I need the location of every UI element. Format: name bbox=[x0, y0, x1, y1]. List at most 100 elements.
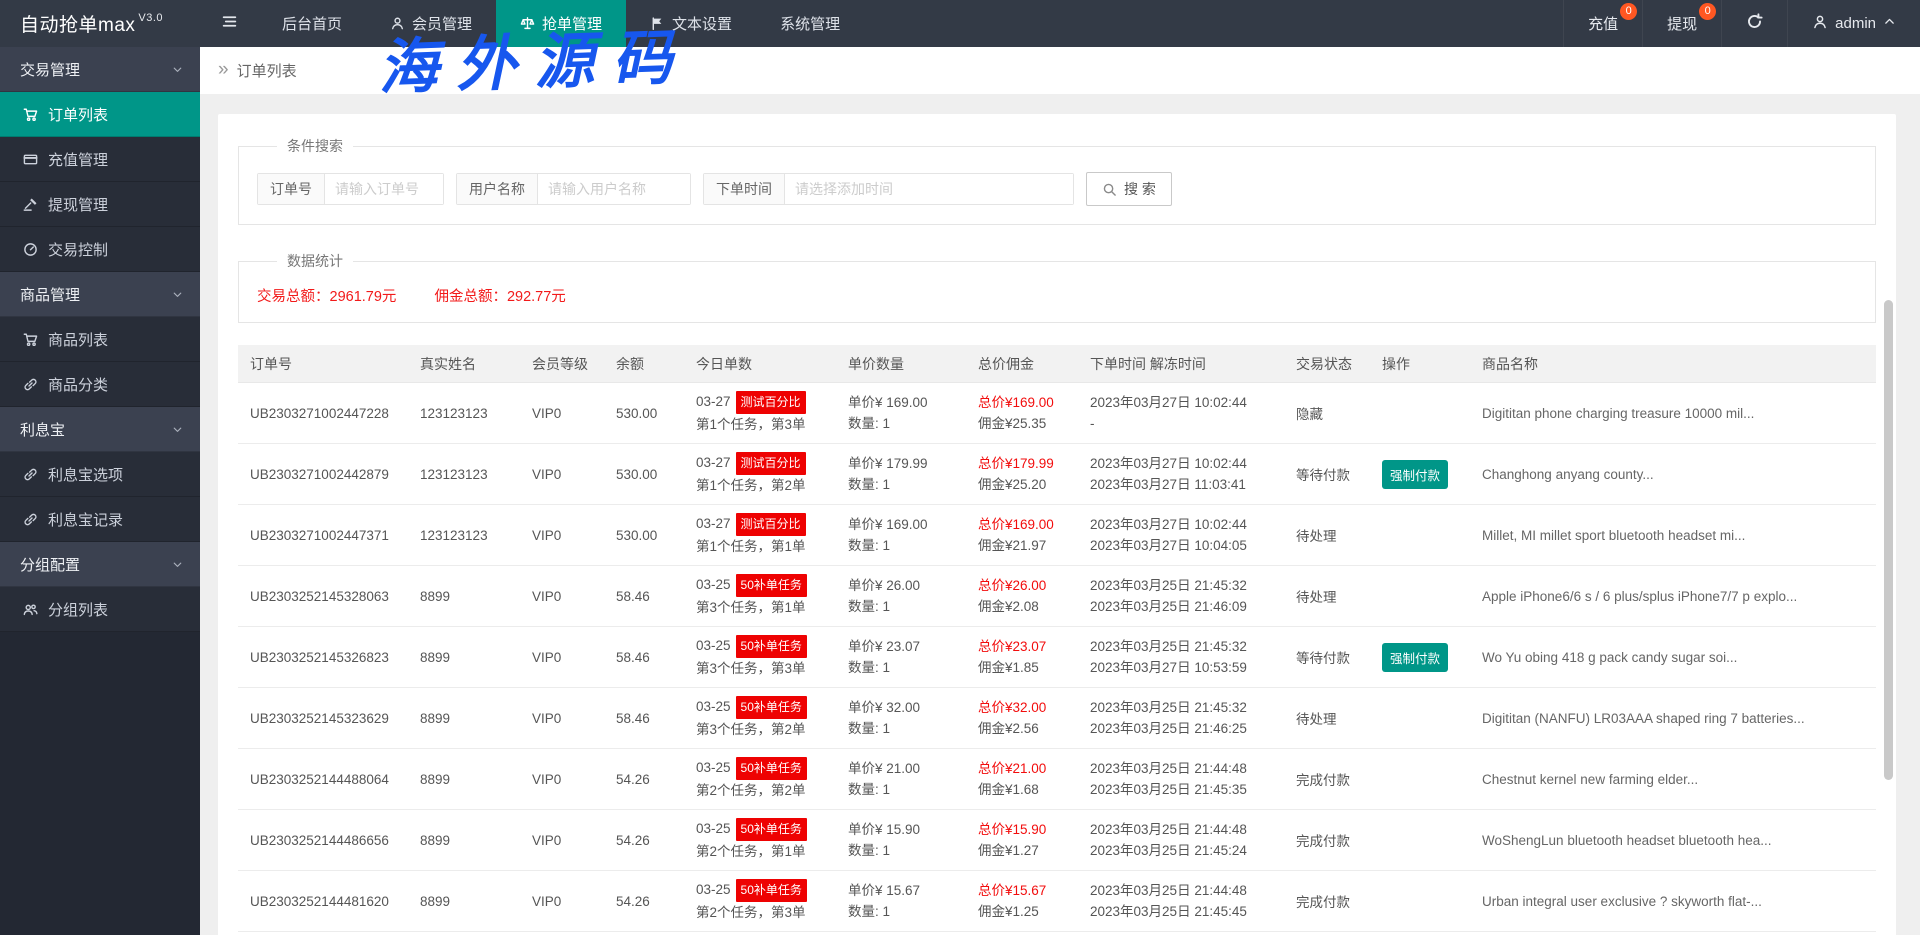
sidebar-item-9[interactable]: 利息宝选项 bbox=[0, 452, 200, 497]
real-name-cell: 8899 bbox=[420, 649, 451, 665]
vip-level-cell: VIP0 bbox=[532, 405, 562, 421]
sidebar-item-label: 商品列表 bbox=[48, 331, 109, 349]
total-price: 总价¥15.90 bbox=[978, 822, 1047, 837]
main: » 订单列表 条件搜索 订单号 用户名称 bbox=[200, 47, 1920, 935]
daily-date: 03-25 bbox=[696, 760, 731, 775]
username-input[interactable] bbox=[538, 174, 690, 204]
daily-orders-cell: 03-25 50补单任务 第2个任务，第2单 bbox=[684, 757, 836, 801]
nav-item-label: 后台首页 bbox=[282, 16, 343, 33]
sidebar-group-label: 商品管理 bbox=[20, 286, 81, 304]
content: 条件搜索 订单号 用户名称 下单时间 bbox=[200, 94, 1920, 935]
table-row: UB2303252144488064 8899 VIP0 54.26 03-25 50补单… bbox=[238, 749, 1876, 810]
recharge-badge: 0 bbox=[1620, 3, 1638, 20]
unit-price: 单价¥ 15.67 bbox=[848, 883, 921, 898]
task-type-badge: 测试百分比 bbox=[735, 513, 806, 536]
balance-cell: 530.00 bbox=[616, 466, 658, 482]
sidebar-item-2[interactable]: 充值管理 bbox=[0, 137, 200, 182]
unfreeze-time: 2023年03月25日 21:45:35 bbox=[1090, 782, 1247, 797]
order-number-cell: UB2303252144488064 bbox=[250, 771, 389, 787]
vip-level-cell: VIP0 bbox=[532, 649, 562, 665]
nav-item-label: 文本设置 bbox=[672, 16, 733, 33]
user-menu[interactable]: admin bbox=[1787, 0, 1920, 47]
chevron-down-icon bbox=[171, 558, 184, 571]
force-pay-button[interactable]: 强制付款 bbox=[1382, 459, 1449, 489]
daily-date-line: 03-25 50补单任务 bbox=[696, 757, 826, 780]
withdraw-button[interactable]: 提现 0 bbox=[1642, 0, 1721, 47]
nav-item-4[interactable]: 系统管理 bbox=[756, 0, 864, 47]
unfreeze-time: 2023年03月25日 21:45:24 bbox=[1090, 843, 1247, 858]
sidebar-group-8[interactable]: 利息宝 bbox=[0, 407, 200, 452]
quantity: 数量: 1 bbox=[848, 660, 891, 675]
topbar-nav: 后台首页 会员管理 抢单管理 文本设置 系统管理 bbox=[258, 0, 864, 47]
unit-price: 单价¥ 32.00 bbox=[848, 700, 921, 715]
order-no-label: 订单号 bbox=[258, 174, 325, 204]
refresh-icon bbox=[1746, 13, 1763, 34]
order-number-cell: UB2303252144481620 bbox=[250, 893, 389, 909]
sidebar-item-4[interactable]: 交易控制 bbox=[0, 227, 200, 272]
daily-date-line: 03-25 50补单任务 bbox=[696, 818, 826, 841]
sidebar-group-label: 利息宝 bbox=[20, 421, 66, 439]
force-pay-button[interactable]: 强制付款 bbox=[1382, 642, 1449, 672]
total-commission-cell: 总价¥23.07 佣金¥1.85 bbox=[966, 636, 1078, 678]
daily-date: 03-27 bbox=[696, 455, 731, 470]
vip-level-cell: VIP0 bbox=[532, 466, 562, 482]
vip-level-cell: VIP0 bbox=[532, 832, 562, 848]
sidebar: 交易管理 订单列表 充值管理 提现管理 交易控制商品管理商品列表商品分类利息宝利息宝选项… bbox=[0, 47, 200, 935]
order-no-group: 订单号 bbox=[257, 173, 444, 205]
refresh-button[interactable] bbox=[1721, 0, 1787, 47]
topbar: 自动抢单max V3.0 后台首页 会员管理 抢单管理 文本设置 系统管理 充值 0 提… bbox=[0, 0, 1920, 47]
column-header-0: 订单号 bbox=[250, 355, 292, 372]
real-name-cell: 123123123 bbox=[420, 527, 488, 543]
balance-cell: 530.00 bbox=[616, 405, 658, 421]
menu-toggle[interactable] bbox=[200, 0, 258, 47]
task-progress: 第2个任务，第1单 bbox=[696, 844, 806, 859]
total-price: 总价¥179.99 bbox=[978, 456, 1054, 471]
real-name-cell: 8899 bbox=[420, 710, 451, 726]
sidebar-item-3[interactable]: 提现管理 bbox=[0, 182, 200, 227]
sidebar-item-6[interactable]: 商品列表 bbox=[0, 317, 200, 362]
nav-item-3[interactable]: 文本设置 bbox=[626, 0, 756, 47]
time-cell: 2023年03月27日 10:02:44 2023年03月27日 11:03:41 bbox=[1078, 453, 1284, 495]
total-amount: 交易总额：2961.79元 bbox=[257, 289, 397, 305]
sidebar-item-7[interactable]: 商品分类 bbox=[0, 362, 200, 407]
sidebar-group-0[interactable]: 交易管理 bbox=[0, 47, 200, 92]
nav-item-2[interactable]: 抢单管理 bbox=[496, 0, 627, 47]
search-button[interactable]: 搜 索 bbox=[1086, 172, 1172, 206]
scrollbar[interactable] bbox=[1884, 300, 1893, 780]
time-cell: 2023年03月25日 21:45:32 2023年03月25日 21:46:09 bbox=[1078, 575, 1284, 617]
sidebar-item-1[interactable]: 订单列表 bbox=[0, 92, 200, 137]
sidebar-group-5[interactable]: 商品管理 bbox=[0, 272, 200, 317]
order-time: 2023年03月27日 10:02:44 bbox=[1090, 395, 1247, 410]
status-cell: 完成付款 bbox=[1296, 773, 1350, 788]
username-group: 用户名称 bbox=[456, 173, 691, 205]
total-price: 总价¥15.67 bbox=[978, 883, 1047, 898]
status-cell: 待处理 bbox=[1296, 529, 1337, 544]
unfreeze-time: 2023年03月25日 21:46:09 bbox=[1090, 599, 1247, 614]
sidebar-item-10[interactable]: 利息宝记录 bbox=[0, 497, 200, 542]
commission: 佣金¥1.25 bbox=[978, 904, 1039, 919]
order-time-input[interactable] bbox=[785, 174, 1073, 204]
chevron-down-icon bbox=[171, 288, 184, 301]
withdraw-badge: 0 bbox=[1699, 3, 1717, 20]
quantity: 数量: 1 bbox=[848, 599, 891, 614]
nav-item-1[interactable]: 会员管理 bbox=[366, 0, 496, 47]
user-icon bbox=[1812, 14, 1828, 34]
daily-date-line: 03-25 50补单任务 bbox=[696, 879, 826, 902]
daily-date: 03-25 bbox=[696, 577, 731, 592]
recharge-button[interactable]: 充值 0 bbox=[1563, 0, 1642, 47]
nav-item-0[interactable]: 后台首页 bbox=[258, 0, 366, 47]
commission: 佣金¥1.27 bbox=[978, 843, 1039, 858]
order-number-cell: UB2303271002447371 bbox=[250, 527, 389, 543]
sidebar-group-11[interactable]: 分组配置 bbox=[0, 542, 200, 587]
withdraw-label: 提现 bbox=[1667, 16, 1698, 33]
total-commission-cell: 总价¥26.00 佣金¥2.08 bbox=[966, 575, 1078, 617]
commission-amount: 佣金总额：292.77元 bbox=[434, 289, 566, 305]
quantity: 数量: 1 bbox=[848, 904, 891, 919]
time-cell: 2023年03月25日 21:45:32 2023年03月25日 21:46:25 bbox=[1078, 697, 1284, 739]
content-card: 条件搜索 订单号 用户名称 下单时间 bbox=[218, 114, 1896, 935]
column-header-10: 商品名称 bbox=[1482, 355, 1538, 372]
column-header-1: 真实姓名 bbox=[420, 355, 476, 372]
sidebar-item-12[interactable]: 分组列表 bbox=[0, 587, 200, 632]
order-no-input[interactable] bbox=[325, 174, 443, 204]
price-qty-cell: 单价¥ 23.07 数量: 1 bbox=[836, 636, 966, 678]
